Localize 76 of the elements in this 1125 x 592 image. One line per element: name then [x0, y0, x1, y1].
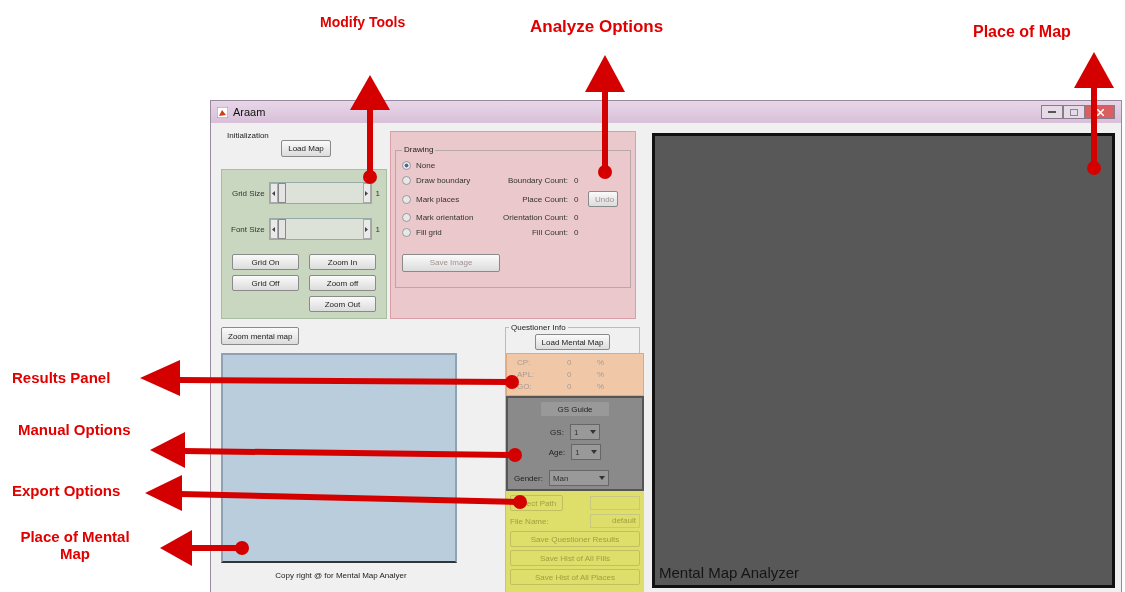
- right-triangle-icon: [365, 226, 369, 232]
- count-value: 0: [574, 228, 580, 237]
- tool-button[interactable]: Zoom Out: [309, 296, 376, 312]
- count-label: Boundary Count:: [506, 176, 569, 185]
- radio-option[interactable]: Draw boundary: [402, 176, 494, 185]
- radio-option[interactable]: Fill grid: [402, 228, 494, 237]
- dropdown[interactable]: 1: [571, 444, 602, 460]
- radio-icon[interactable]: [402, 213, 411, 222]
- select-label: GS:: [550, 427, 564, 437]
- dropdown-caret-icon: [591, 450, 598, 454]
- radio-label: Mark places: [416, 194, 460, 204]
- select-label: Age:: [548, 447, 566, 457]
- app-icon: [217, 106, 228, 118]
- radio-option[interactable]: None: [402, 161, 494, 170]
- left-triangle-icon: [272, 226, 276, 232]
- tool-button[interactable]: Grid On: [232, 254, 299, 270]
- radio-icon[interactable]: [402, 194, 411, 204]
- zoom-mental-map-button[interactable]: Zoom mental map: [221, 327, 300, 345]
- count-value: 0: [574, 176, 580, 185]
- radio-label: Mark orientation: [416, 213, 474, 222]
- radio-option[interactable]: Mark places: [402, 194, 494, 204]
- group-title: Questioner Info: [509, 323, 568, 332]
- tool-button[interactable]: Grid Off: [232, 275, 299, 291]
- result-label: APL:: [517, 370, 536, 379]
- load-mental-map-button[interactable]: Load Mental Map: [534, 334, 611, 350]
- radio-label: Fill grid: [416, 228, 442, 237]
- tool-button[interactable]: Zoom In: [309, 254, 376, 270]
- radio-icon[interactable]: [402, 228, 411, 237]
- annotation-label: Place of Map: [973, 23, 1071, 41]
- left-triangle-icon: [272, 190, 276, 196]
- dropdown[interactable]: 1: [569, 424, 600, 440]
- copyright-text: Copy right @ for Mental Map Analyer: [275, 571, 407, 580]
- slider[interactable]: [268, 218, 372, 240]
- right-arrow-button[interactable]: [362, 183, 371, 203]
- right-triangle-icon: [365, 190, 369, 196]
- count-label: Orientation Count:: [502, 213, 569, 222]
- window-title: Araam: [233, 106, 266, 118]
- slider-thumb[interactable]: [277, 183, 286, 203]
- annotation-label: Analyze Options: [530, 17, 664, 37]
- group-title: Drawing: [402, 145, 436, 154]
- tool-button[interactable]: Zoom off: [309, 275, 376, 291]
- annotation-label: Place of Mental Map: [19, 528, 131, 562]
- dropdown-caret-icon: [598, 476, 605, 480]
- dropdown[interactable]: Man: [548, 470, 609, 486]
- result-unit: %: [597, 370, 606, 379]
- dropdown-caret-icon: [589, 430, 596, 434]
- right-arrow-button[interactable]: [362, 219, 371, 239]
- left-arrow-button[interactable]: [269, 219, 278, 239]
- slider[interactable]: [268, 182, 372, 204]
- annotation-label: Export Options: [12, 482, 121, 499]
- radio-icon[interactable]: [402, 176, 411, 185]
- radio-label: None: [416, 161, 436, 170]
- map-overlay-text: Mental Map Analyzer: [659, 564, 800, 581]
- annotation-label: Modify Tools: [320, 14, 406, 30]
- radio-label: Draw boundary: [416, 176, 471, 185]
- slider-value: 1: [375, 188, 380, 198]
- slider-label: Grid Size: [230, 188, 265, 198]
- load-map-button[interactable]: Load Map: [281, 140, 331, 157]
- count-value: 0: [574, 213, 580, 222]
- left-arrow-button[interactable]: [269, 183, 278, 203]
- count-value: 0: [574, 194, 580, 204]
- select-label: Gender:: [514, 473, 543, 483]
- count-label: Place Count:: [521, 194, 569, 204]
- annotation-label: Results Panel: [12, 369, 111, 386]
- radio-icon[interactable]: [402, 161, 411, 170]
- annotation-label: Manual Options: [18, 421, 131, 438]
- count-label: Fill Count:: [531, 228, 569, 237]
- minimize-icon[interactable]: [1041, 105, 1063, 119]
- result-unit: %: [597, 358, 606, 367]
- radio-option[interactable]: Mark orientation: [402, 213, 494, 222]
- slider-thumb[interactable]: [277, 219, 286, 239]
- gs-guide-button[interactable]: GS Guide: [540, 401, 610, 417]
- slider-value: 1: [375, 224, 380, 234]
- result-unit: %: [597, 382, 606, 391]
- slider-label: Font Size: [230, 224, 265, 234]
- maximize-icon[interactable]: [1063, 105, 1085, 119]
